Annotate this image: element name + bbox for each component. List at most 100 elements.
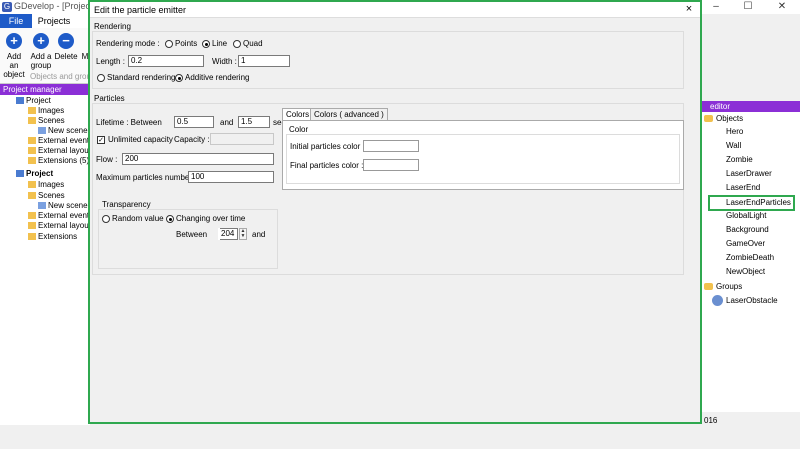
- rendering-mode-label: Rendering mode :: [96, 39, 160, 48]
- add-group-label: Add a group: [30, 52, 52, 70]
- tree-item[interactable]: New scene: [38, 201, 88, 211]
- projects-menu[interactable]: Projects: [32, 14, 76, 28]
- max-particles-input[interactable]: 100: [188, 171, 274, 183]
- object-item[interactable]: Background: [712, 224, 769, 236]
- transparency-random-radio[interactable]: [102, 215, 110, 223]
- tree-item[interactable]: Scenes: [28, 191, 65, 201]
- transparency-changing-radio[interactable]: [166, 215, 174, 223]
- spacer: [218, 228, 220, 240]
- tree-item[interactable]: External layouts: [28, 146, 95, 156]
- objects-editor-header: editor: [702, 101, 800, 112]
- tab-colors-advanced[interactable]: Colors ( advanced ): [310, 108, 388, 120]
- tree-item[interactable]: Images: [28, 180, 64, 190]
- object-item[interactable]: LaserEnd: [712, 182, 760, 194]
- group-item[interactable]: LaserObstacle: [712, 295, 778, 307]
- tree-item[interactable]: Extensions: [28, 232, 77, 242]
- object-item[interactable]: GlobalLight: [712, 210, 766, 222]
- max-particles-label: Maximum particles number:: [96, 173, 195, 182]
- mode-line-label: Line: [212, 39, 228, 48]
- particle-emitter-dialog: Edit the particle emitter × Rendering Re…: [88, 0, 702, 424]
- scene-icon: [38, 127, 46, 135]
- tree-item[interactable]: New scene: [38, 126, 88, 136]
- group-icon: [712, 295, 723, 307]
- tree-item[interactable]: External events: [28, 211, 93, 221]
- tree-item[interactable]: External events: [28, 136, 93, 146]
- mode-quad-radio[interactable]: [233, 40, 241, 48]
- folder-icon: [28, 137, 36, 145]
- length-input[interactable]: 0.2: [128, 55, 204, 67]
- objects-folder[interactable]: Objects: [704, 113, 743, 125]
- folder-icon: [28, 233, 36, 241]
- tab-colors[interactable]: Colors: [282, 108, 314, 120]
- tree-item[interactable]: Project: [16, 169, 53, 179]
- lifetime-label: Lifetime : Between: [96, 118, 162, 127]
- tree-item[interactable]: Scenes: [28, 116, 65, 126]
- file-menu[interactable]: File: [0, 14, 32, 28]
- project-icon: [16, 170, 24, 178]
- folder-icon: [28, 212, 36, 220]
- close-window-icon[interactable]: ✕: [770, 0, 794, 14]
- flow-input[interactable]: 200: [122, 153, 274, 165]
- lifetime-max-input[interactable]: 1.5: [238, 116, 270, 128]
- mode-line-radio[interactable]: [202, 40, 210, 48]
- additive-rendering-label: Additive rendering: [185, 73, 250, 82]
- initial-color-swatch: [370, 144, 412, 149]
- capacity-label: Capacity :: [174, 135, 210, 144]
- folder-icon: [28, 147, 36, 155]
- project-manager-panel: Project Images Scenes New scene External…: [0, 95, 95, 425]
- tree-item[interactable]: Extensions (5): [28, 156, 89, 166]
- object-item[interactable]: ZombieDeath: [712, 252, 774, 264]
- initial-color-label: Initial particles color :: [290, 142, 365, 151]
- laser-drawer-icon: [712, 168, 723, 179]
- object-item[interactable]: LaserDrawer: [712, 168, 772, 180]
- tree-item[interactable]: External layouts: [28, 221, 95, 231]
- object-item-selected[interactable]: LaserEndParticles: [708, 195, 795, 211]
- transparency-between-label: Between: [176, 230, 208, 239]
- mode-points-radio[interactable]: [165, 40, 173, 48]
- close-icon[interactable]: ×: [682, 3, 696, 15]
- object-item[interactable]: NewObject: [712, 266, 765, 278]
- minimize-icon[interactable]: –: [704, 0, 728, 14]
- folder-icon: [28, 117, 36, 125]
- delete-label: Delete: [54, 52, 78, 61]
- unlimited-capacity-label: Unlimited capacity: [108, 135, 173, 144]
- final-color-label: Final particles color :: [290, 161, 364, 170]
- object-item[interactable]: Hero: [712, 126, 743, 138]
- standard-rendering-radio[interactable]: [97, 74, 105, 82]
- zombie-icon: [712, 154, 723, 165]
- folder-icon: [28, 107, 36, 115]
- unlimited-capacity-checkbox[interactable]: ✓: [97, 136, 105, 144]
- add-object-button[interactable]: +: [6, 33, 22, 49]
- final-color-picker[interactable]: [363, 159, 419, 171]
- object-item[interactable]: Wall: [712, 140, 741, 152]
- dialog-body: Rendering Rendering mode : Points Line Q…: [90, 19, 686, 406]
- tree-item[interactable]: Images: [28, 106, 64, 116]
- transparency-min-stepper[interactable]: ▲ ▼: [239, 228, 247, 240]
- transparency-min-input[interactable]: 204: [218, 228, 238, 240]
- laser-end-icon: [712, 182, 723, 193]
- delete-icon: −: [58, 33, 74, 49]
- lifetime-min-input[interactable]: 0.5: [174, 116, 214, 128]
- object-item[interactable]: Zombie: [712, 154, 753, 166]
- folder-icon: [28, 222, 36, 230]
- objects-editor-panel: Objects Hero Wall Zombie LaserDrawer Las…: [702, 112, 800, 425]
- width-input[interactable]: 1: [238, 55, 290, 67]
- folder-icon: [704, 115, 713, 123]
- delete-button[interactable]: −: [58, 33, 74, 49]
- project-icon: [16, 97, 24, 105]
- hero-icon: [712, 126, 723, 137]
- dialog-titlebar: Edit the particle emitter ×: [90, 2, 700, 18]
- text-object-icon: [712, 238, 723, 249]
- additive-rendering-radio[interactable]: [175, 74, 183, 82]
- folder-icon: [28, 181, 36, 189]
- capacity-input[interactable]: [210, 133, 274, 145]
- lifetime-and-label: and: [220, 118, 234, 127]
- maximize-icon[interactable]: ☐: [736, 0, 760, 14]
- object-item[interactable]: GameOver: [712, 238, 765, 250]
- add-group-button[interactable]: +: [33, 33, 49, 49]
- initial-color-picker[interactable]: [363, 140, 419, 152]
- groups-folder[interactable]: Groups: [704, 281, 742, 293]
- particles-icon: [712, 197, 723, 208]
- length-label: Length :: [96, 57, 125, 66]
- tree-item[interactable]: Project: [16, 96, 51, 106]
